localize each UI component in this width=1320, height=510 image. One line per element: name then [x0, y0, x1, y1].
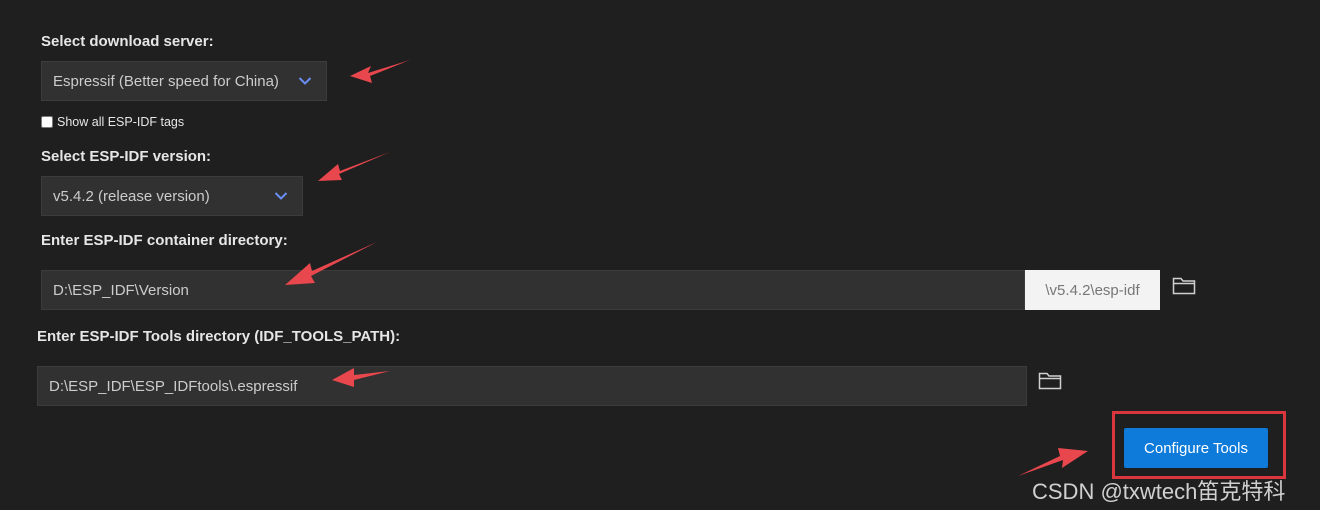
idf-version-value: v5.4.2 (release version): [53, 187, 210, 205]
container-dir-value: D:\ESP_IDF\Version: [53, 281, 189, 299]
tools-dir-label: Enter ESP-IDF Tools directory (IDF_TOOLS…: [37, 328, 401, 345]
container-dir-label: Enter ESP-IDF container directory:: [41, 232, 288, 249]
configure-tools-button[interactable]: Configure Tools: [1124, 428, 1268, 468]
idf-version-label: Select ESP-IDF version:: [41, 148, 212, 165]
folder-icon[interactable]: [1038, 370, 1062, 390]
download-server-label: Select download server:: [41, 33, 214, 50]
csdn-watermark: CSDN @txwtech笛克特科: [1032, 479, 1286, 504]
show-all-tags-checkbox[interactable]: [41, 116, 53, 128]
annotation-arrow: [350, 60, 410, 83]
annotation-arrow: [318, 152, 390, 181]
download-server-value: Espressif (Better speed for China): [53, 72, 279, 90]
idf-version-select[interactable]: v5.4.2 (release version): [41, 176, 303, 216]
container-dir-suffix: \v5.4.2\esp-idf: [1025, 270, 1160, 310]
chevron-down-icon: [298, 77, 312, 85]
folder-icon[interactable]: [1172, 275, 1196, 295]
chevron-down-icon: [274, 192, 288, 200]
tools-dir-input[interactable]: D:\ESP_IDF\ESP_IDFtools\.espressif: [37, 366, 1027, 406]
tools-dir-value: D:\ESP_IDF\ESP_IDFtools\.espressif: [49, 377, 298, 395]
annotation-arrow: [1018, 448, 1088, 476]
container-dir-input[interactable]: D:\ESP_IDF\Version: [41, 270, 1025, 310]
download-server-select[interactable]: Espressif (Better speed for China): [41, 61, 327, 101]
show-all-tags-label: Show all ESP-IDF tags: [57, 115, 185, 129]
